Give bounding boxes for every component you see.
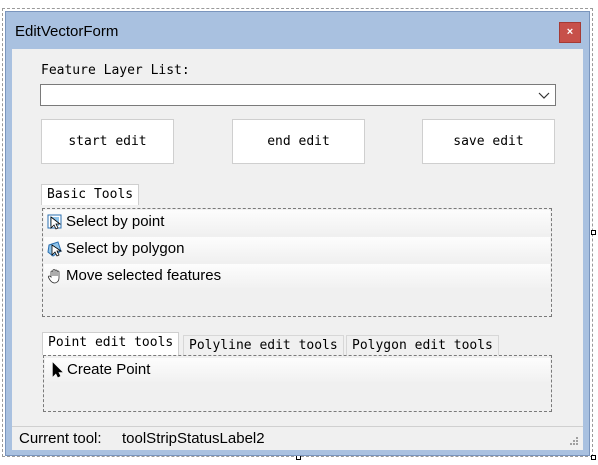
status-label: Current tool: — [19, 430, 102, 447]
tool-select-by-point[interactable]: Select by point — [44, 210, 550, 234]
edit-vector-form-window: EditVectorForm × Feature Layer List: sta… — [5, 11, 590, 456]
status-strip: Current tool: toolStripStatusLabel2 — [12, 426, 583, 450]
tool-move-selected-features[interactable]: Move selected features — [44, 264, 550, 288]
tab-polygon-edit-tools[interactable]: Polygon edit tools — [346, 335, 499, 355]
size-grip-icon[interactable] — [569, 436, 579, 446]
pan-hand-icon — [47, 269, 60, 284]
save-edit-button[interactable]: save edit — [422, 119, 555, 164]
chevron-down-icon[interactable] — [537, 87, 551, 103]
tab-polyline-edit-tools[interactable]: Polyline edit tools — [183, 335, 344, 355]
tab-point-edit-tools[interactable]: Point edit tools — [42, 332, 180, 355]
start-edit-button[interactable]: start edit — [41, 119, 174, 164]
tool-select-by-polygon[interactable]: Select by polygon — [44, 237, 550, 261]
feature-layer-label: Feature Layer List: — [41, 63, 190, 78]
close-icon: × — [566, 26, 574, 38]
close-button[interactable]: × — [559, 22, 581, 43]
window-title: EditVectorForm — [15, 23, 119, 40]
select-by-point-icon — [47, 214, 62, 230]
end-edit-button[interactable]: end edit — [232, 119, 365, 164]
basic-tools-tab[interactable]: Basic Tools — [41, 184, 140, 205]
feature-layer-combobox[interactable] — [40, 84, 556, 106]
form-client-area: Feature Layer List: start edit end edit … — [12, 49, 583, 450]
status-value: toolStripStatusLabel2 — [122, 430, 265, 447]
tool-label: Select by point — [66, 213, 165, 230]
resize-handle-corner[interactable] — [591, 455, 596, 460]
tool-label: Move selected features — [66, 267, 222, 284]
title-bar[interactable]: EditVectorForm × — [6, 12, 589, 47]
tool-create-point[interactable]: Create Point — [45, 358, 550, 382]
point-edit-tools-panel: Create Point — [43, 355, 552, 412]
tool-label: Select by polygon — [66, 240, 185, 257]
tool-label: Create Point — [67, 361, 151, 378]
arrow-cursor-icon — [52, 362, 63, 378]
select-by-polygon-icon — [47, 241, 63, 257]
resize-handle-right[interactable] — [591, 230, 596, 235]
basic-tools-panel: Select by point Select by polygon Move s… — [42, 208, 552, 317]
